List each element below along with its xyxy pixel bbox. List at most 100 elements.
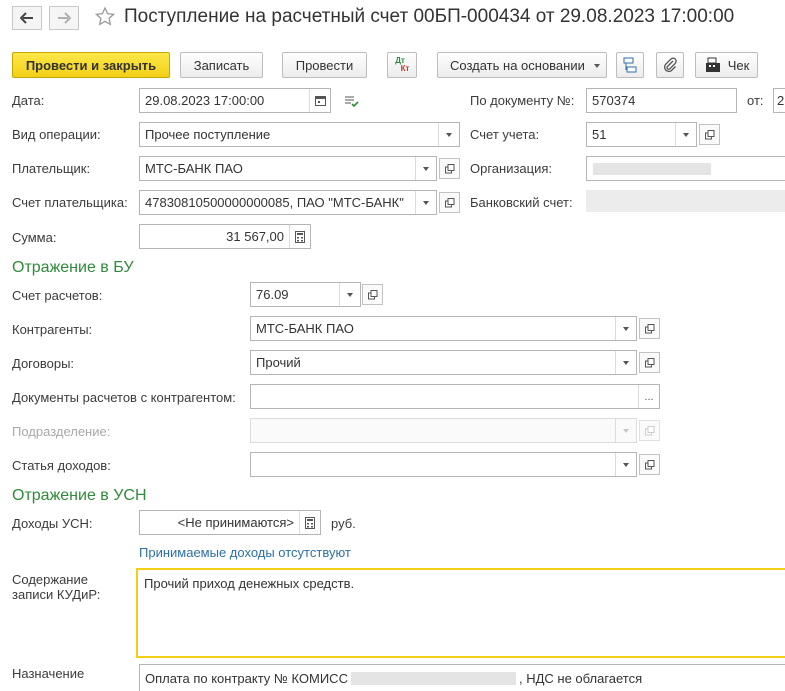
chevron-down-icon [623, 360, 629, 365]
save-button[interactable]: Записать [180, 52, 263, 78]
purpose-redacted [350, 671, 516, 685]
counterparties-value: МТС-БАНК ПАО [256, 321, 354, 336]
dt-kt-button[interactable]: Дт Кт [387, 52, 417, 78]
department-label: Подразделение: [12, 424, 111, 439]
counterparties-dropdown-button[interactable] [615, 317, 636, 340]
paperclip-icon [663, 57, 677, 73]
back-button[interactable] [12, 6, 42, 30]
purpose-value-part1: Оплата по контракту № КОМИСС [145, 670, 348, 686]
post-button[interactable]: Провести [282, 52, 367, 78]
date-field[interactable]: 29.08.2023 17:00:00 [139, 88, 331, 113]
kt-label: Кт [400, 64, 410, 73]
income-item-open-button[interactable] [639, 454, 660, 475]
income-item-select[interactable] [250, 452, 637, 477]
accepted-income-link[interactable]: Принимаемые доходы отсутствуют [139, 545, 351, 560]
settlement-docs-input[interactable]: ... [250, 384, 660, 409]
structure-button[interactable] [616, 52, 644, 78]
usn-income-input[interactable]: <Не принимаются> [139, 510, 321, 535]
open-icon [444, 197, 454, 207]
settlement-account-value: 76.09 [256, 287, 289, 302]
open-icon [367, 289, 377, 299]
doc-number-label: По документу №: [470, 93, 575, 108]
contracts-dropdown-button[interactable] [615, 351, 636, 374]
calendar-button[interactable] [309, 89, 330, 112]
chevron-down-icon [594, 64, 600, 68]
purpose-value-part2: , НДС не облагается [518, 670, 643, 686]
kudir-label-line2: записи КУДиР: [12, 587, 101, 602]
doc-date-label: от: [747, 93, 764, 108]
select-button[interactable]: ... [638, 385, 659, 408]
operation-type-value: Прочее поступление [145, 127, 271, 142]
doc-number-input[interactable]: 570374 [586, 88, 737, 113]
counterparties-label: Контрагенты: [12, 322, 93, 337]
settlement-docs-value [251, 385, 638, 408]
receipt-label: Чек [727, 57, 750, 73]
open-icon [444, 163, 454, 173]
cash-register-icon [705, 57, 720, 72]
create-based-on-button[interactable]: Создать на основании [437, 52, 607, 78]
date-label: Дата: [12, 93, 45, 108]
post-and-close-button[interactable]: Провести и закрыть [12, 52, 170, 78]
usn-section-title: Отражение в УСН [12, 487, 147, 504]
chevron-down-icon [623, 428, 629, 433]
account-dropdown-button[interactable] [675, 123, 696, 146]
purpose-textarea[interactable]: Оплата по контракту № КОМИСС , НДС не об… [139, 664, 785, 691]
forward-button[interactable] [49, 6, 79, 30]
department-value [251, 419, 615, 442]
favorite-button[interactable] [94, 6, 116, 28]
payer-open-button[interactable] [439, 158, 460, 179]
currency-label: руб. [331, 516, 356, 531]
attach-button[interactable] [656, 52, 684, 78]
settlement-account-dropdown-button[interactable] [339, 283, 360, 306]
account-label: Счет учета: [470, 127, 540, 142]
organization-label: Организация: [470, 161, 553, 176]
payer-dropdown-button[interactable] [415, 157, 436, 180]
contracts-open-button[interactable] [639, 352, 660, 373]
doc-date-value: 2 [777, 93, 785, 108]
operation-type-select[interactable]: Прочее поступление [139, 122, 460, 147]
organization-select[interactable] [586, 156, 785, 181]
calculator-button[interactable] [289, 225, 310, 248]
kudir-label-line1: Содержание [12, 572, 88, 587]
ellipsis-icon: ... [644, 390, 654, 403]
kudir-textarea[interactable]: Прочий приход денежных средств. [136, 568, 785, 658]
chevron-down-icon [347, 292, 353, 297]
payer-account-dropdown-button[interactable] [415, 191, 436, 214]
redacted-area [593, 163, 711, 175]
settlement-account-select[interactable]: 76.09 [250, 282, 361, 307]
usn-calculator-button[interactable] [299, 511, 320, 534]
purpose-value: Оплата по контракту № КОМИСС , НДС не об… [140, 665, 785, 691]
account-open-button[interactable] [699, 124, 720, 145]
amount-input[interactable]: 31 567,00 [139, 224, 311, 249]
create-based-on-label: Создать на основании [450, 57, 585, 73]
bank-account-redacted [586, 190, 785, 212]
counterparties-open-button[interactable] [639, 318, 660, 339]
payer-account-label: Счет плательщика: [12, 195, 128, 210]
open-icon [644, 425, 654, 435]
department-open-button [639, 420, 660, 441]
counterparties-select[interactable]: МТС-БАНК ПАО [250, 316, 637, 341]
operation-type-label: Вид операции: [12, 127, 101, 142]
usn-income-value: <Не принимаются> [177, 515, 294, 530]
payer-select[interactable]: МТС-БАНК ПАО [139, 156, 437, 181]
income-item-dropdown-button[interactable] [615, 453, 636, 476]
kudir-value: Прочий приход денежных средств. [144, 576, 355, 591]
payer-account-open-button[interactable] [439, 192, 460, 213]
operation-type-dropdown-button[interactable] [438, 123, 459, 146]
department-dropdown-button [615, 419, 636, 442]
purpose-label: Назначение [12, 666, 85, 681]
open-icon [644, 323, 654, 333]
receipt-button[interactable]: Чек [695, 52, 758, 78]
payer-label: Плательщик: [12, 161, 91, 176]
account-select[interactable]: 51 [586, 122, 697, 147]
settlement-account-open-button[interactable] [362, 284, 383, 305]
chevron-down-icon [623, 462, 629, 467]
contracts-select[interactable]: Прочий [250, 350, 637, 375]
calculator-icon [295, 230, 305, 243]
payer-account-select[interactable]: 47830810500000000085, ПАО "МТС-БАНК" [139, 190, 437, 215]
bu-section-title: Отражение в БУ [12, 259, 134, 276]
doc-date-input[interactable]: 2 [773, 88, 785, 113]
chevron-down-icon [623, 326, 629, 331]
calculator-icon [305, 516, 315, 529]
post-status-button[interactable] [343, 94, 359, 111]
